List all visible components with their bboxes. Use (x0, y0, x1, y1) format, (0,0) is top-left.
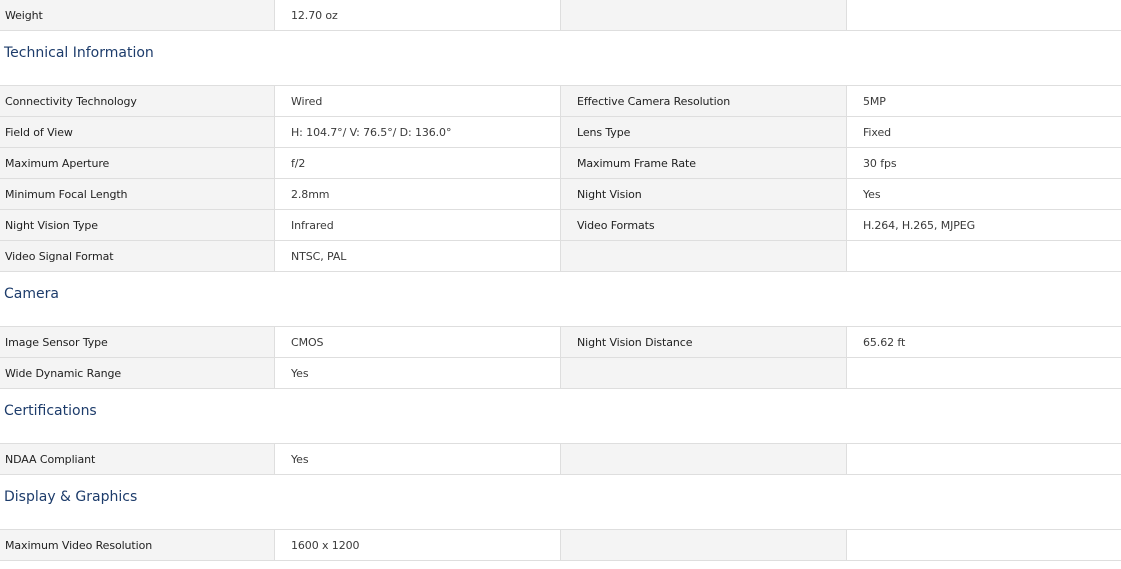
spec-value-empty (847, 530, 1121, 560)
section-title-camera: Camera (0, 272, 1121, 327)
table-row: NDAA Compliant Yes (0, 444, 1121, 475)
spec-label: Night Vision (561, 179, 847, 209)
table-row: Image Sensor Type CMOS Night Vision Dist… (0, 327, 1121, 358)
spec-value: NTSC, PAL (275, 241, 561, 271)
spec-label: NDAA Compliant (0, 444, 275, 474)
table-row: Connectivity Technology Wired Effective … (0, 86, 1121, 117)
spec-label-empty (561, 241, 847, 271)
spec-label: Night Vision Distance (561, 327, 847, 357)
spec-value-empty (847, 358, 1121, 388)
spec-value: Wired (275, 86, 561, 116)
spec-label-empty (561, 0, 847, 30)
spec-value: H: 104.7°/ V: 76.5°/ D: 136.0° (275, 117, 561, 147)
table-row: Maximum Video Resolution 1600 x 1200 (0, 530, 1121, 561)
table-row: Night Vision Type Infrared Video Formats… (0, 210, 1121, 241)
spec-value: Yes (275, 444, 561, 474)
spec-label: Effective Camera Resolution (561, 86, 847, 116)
spec-value: 12.70 oz (275, 0, 561, 30)
section-title-certifications: Certifications (0, 389, 1121, 444)
table-row: Minimum Focal Length 2.8mm Night Vision … (0, 179, 1121, 210)
spec-value: 2.8mm (275, 179, 561, 209)
spec-label: Video Formats (561, 210, 847, 240)
spec-label-empty (561, 530, 847, 560)
spec-label: Field of View (0, 117, 275, 147)
spec-label-empty (561, 358, 847, 388)
spec-label-empty (561, 444, 847, 474)
spec-value: CMOS (275, 327, 561, 357)
spec-value: Yes (275, 358, 561, 388)
spec-value: f/2 (275, 148, 561, 178)
spec-label: Connectivity Technology (0, 86, 275, 116)
spec-label: Video Signal Format (0, 241, 275, 271)
spec-label: Image Sensor Type (0, 327, 275, 357)
spec-label: Weight (0, 0, 275, 30)
spec-value-empty (847, 0, 1121, 30)
spec-value: 5MP (847, 86, 1121, 116)
spec-label: Maximum Frame Rate (561, 148, 847, 178)
table-row: Maximum Aperture f/2 Maximum Frame Rate … (0, 148, 1121, 179)
spec-value-empty (847, 241, 1121, 271)
spec-value: Infrared (275, 210, 561, 240)
section-title-display-graphics: Display & Graphics (0, 475, 1121, 530)
spec-value: 30 fps (847, 148, 1121, 178)
spec-label: Minimum Focal Length (0, 179, 275, 209)
table-row: Wide Dynamic Range Yes (0, 358, 1121, 389)
spec-label: Wide Dynamic Range (0, 358, 275, 388)
spec-label: Lens Type (561, 117, 847, 147)
spec-value-empty (847, 444, 1121, 474)
spec-value: 1600 x 1200 (275, 530, 561, 560)
spec-label: Maximum Video Resolution (0, 530, 275, 560)
section-title-technical-information: Technical Information (0, 31, 1121, 86)
specifications-table: Weight 12.70 oz Technical Information Co… (0, 0, 1121, 561)
spec-row-weight: Weight 12.70 oz (0, 0, 1121, 31)
spec-value: Yes (847, 179, 1121, 209)
spec-value: 65.62 ft (847, 327, 1121, 357)
spec-value: Fixed (847, 117, 1121, 147)
spec-label: Night Vision Type (0, 210, 275, 240)
spec-value: H.264, H.265, MJPEG (847, 210, 1121, 240)
spec-label: Maximum Aperture (0, 148, 275, 178)
table-row: Video Signal Format NTSC, PAL (0, 241, 1121, 272)
table-row: Field of View H: 104.7°/ V: 76.5°/ D: 13… (0, 117, 1121, 148)
